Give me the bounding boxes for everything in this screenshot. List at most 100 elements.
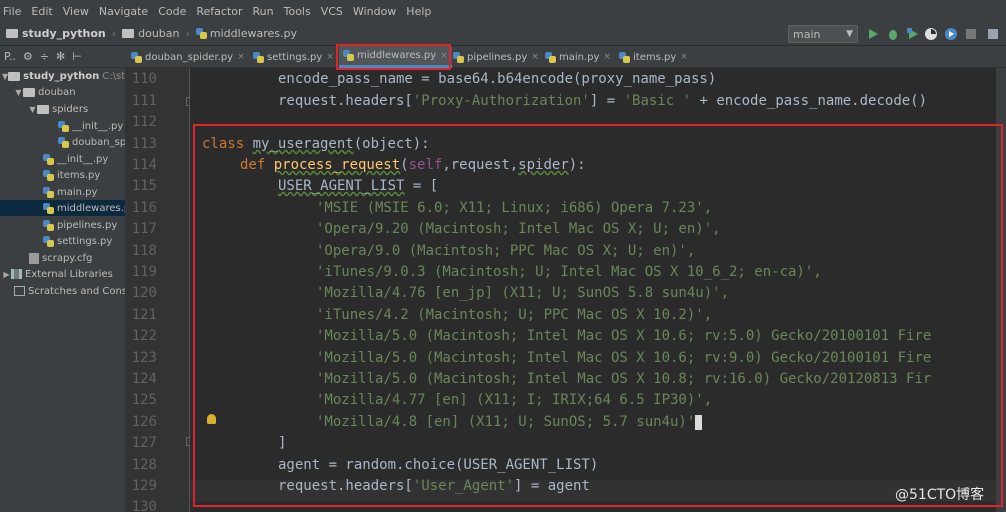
folder-icon xyxy=(37,104,49,114)
menu-window[interactable]: Window xyxy=(353,5,396,18)
line-number: 120 xyxy=(131,285,157,301)
tree-item-spiders-init[interactable]: __init__.py xyxy=(0,118,125,134)
line-number: 114 xyxy=(131,157,157,173)
folder-icon xyxy=(122,29,135,38)
tree-item-scratches[interactable]: Scratches and Consc xyxy=(0,283,125,299)
close-icon[interactable]: × xyxy=(680,52,688,62)
menu-edit[interactable]: Edit xyxy=(31,5,52,18)
breadcrumb-separator: › xyxy=(185,27,190,40)
python-file-icon xyxy=(619,51,630,63)
line-number: 119 xyxy=(131,264,157,280)
stop-icon[interactable] xyxy=(964,27,978,41)
run-configuration-select[interactable]: main ▼ xyxy=(788,25,858,43)
python-file-icon xyxy=(43,235,54,247)
python-file-icon xyxy=(195,28,207,39)
expand-arrow-icon[interactable]: ▼ xyxy=(14,88,23,97)
python-file-icon xyxy=(43,202,54,214)
tree-item-scrapy-cfg[interactable]: scrapy.cfg xyxy=(0,250,125,266)
line-number-gutter: 110 111 112 113 114 115 116 117 118 119 … xyxy=(125,68,190,512)
menu-navigate[interactable]: Navigate xyxy=(99,5,148,18)
breadcrumb-file[interactable]: middlewares.py xyxy=(195,27,297,40)
line-number: 124 xyxy=(131,371,157,387)
tab-items[interactable]: items.py × xyxy=(619,46,688,68)
settings-icon[interactable] xyxy=(986,27,1000,41)
chevron-down-icon: ▼ xyxy=(846,29,853,39)
coverage-icon[interactable] xyxy=(906,27,920,41)
hide-panel-icon[interactable]: ⊢ xyxy=(72,50,82,63)
python-file-icon xyxy=(43,153,54,165)
python-file-icon xyxy=(43,169,54,181)
line-number: 116 xyxy=(131,200,157,216)
breadcrumb-separator: › xyxy=(111,27,117,40)
tree-item-douban[interactable]: ▼ douban xyxy=(0,84,125,100)
line-number: 118 xyxy=(131,243,157,259)
python-file-icon xyxy=(453,51,464,63)
project-toolbar: P.. ⚙ ÷ ✻ ⊢ xyxy=(0,46,125,68)
tree-item-pipelines[interactable]: pipelines.py xyxy=(0,217,125,233)
line-number: 112 xyxy=(131,114,157,130)
concurrency-icon[interactable] xyxy=(944,27,958,41)
tab-main[interactable]: main.py × xyxy=(545,46,611,68)
menu-bar: File Edit View Navigate Code Refactor Ru… xyxy=(0,0,1006,22)
profile-icon[interactable] xyxy=(924,27,938,41)
gear-icon[interactable]: ✻ xyxy=(56,50,65,63)
breadcrumb-project[interactable]: study_python › xyxy=(6,27,116,40)
line-number: 121 xyxy=(131,307,157,323)
menu-refactor[interactable]: Refactor xyxy=(196,5,242,18)
line-number: 130 xyxy=(131,499,157,512)
menu-tools[interactable]: Tools xyxy=(284,5,311,18)
tree-item-main[interactable]: main.py xyxy=(0,184,125,200)
python-file-icon xyxy=(58,136,69,148)
navigation-bar: study_python › douban › middlewares.py m… xyxy=(0,22,1006,46)
python-file-icon xyxy=(545,51,556,63)
line-number: 111 xyxy=(131,93,157,109)
python-file-icon xyxy=(43,219,54,231)
close-icon[interactable]: × xyxy=(531,52,539,62)
editor-tabs: douban_spider.py × settings.py × middlew… xyxy=(125,46,1006,68)
line-number: 113 xyxy=(131,136,157,152)
python-file-icon xyxy=(253,51,264,63)
settings-icon[interactable]: ⚙ xyxy=(23,50,33,63)
expand-arrow-icon[interactable]: ▶ xyxy=(2,270,11,279)
library-icon xyxy=(11,269,22,279)
project-view-selector[interactable]: P.. xyxy=(4,50,16,63)
tree-item-middlewares[interactable]: middlewares.p xyxy=(0,200,125,216)
menu-vcs[interactable]: VCS xyxy=(321,5,343,18)
tab-settings[interactable]: settings.py × xyxy=(253,46,334,68)
tab-highlight-box xyxy=(336,44,451,70)
tab-pipelines[interactable]: pipelines.py × xyxy=(453,46,539,68)
scratches-icon xyxy=(14,286,25,296)
close-icon[interactable]: × xyxy=(326,52,334,62)
menu-file[interactable]: File xyxy=(3,5,21,18)
menu-run[interactable]: Run xyxy=(253,5,274,18)
tree-item-external-libraries[interactable]: ▶ External Libraries xyxy=(0,266,125,282)
tree-item-init[interactable]: __init__.py xyxy=(0,151,125,167)
tree-item-settings[interactable]: settings.py xyxy=(0,233,125,249)
code-line: request.headers['Proxy-Authorization'] =… xyxy=(278,93,928,109)
close-icon[interactable]: × xyxy=(237,52,245,62)
expand-arrow-icon[interactable]: ▼ xyxy=(28,105,37,114)
code-highlight-box xyxy=(193,124,1003,507)
line-number: 129 xyxy=(131,478,157,494)
tree-item-study-python[interactable]: ▼ study_python C:\stu xyxy=(0,68,125,84)
folder-icon xyxy=(23,87,35,97)
folder-icon xyxy=(6,29,18,38)
project-tree: ▼ study_python C:\stu ▼ douban ▼ spiders… xyxy=(0,68,125,512)
python-file-icon xyxy=(43,186,54,198)
menu-view[interactable]: View xyxy=(63,5,89,18)
tab-douban-spider[interactable]: douban_spider.py × xyxy=(131,46,245,68)
collapse-icon[interactable]: ÷ xyxy=(40,50,49,63)
tree-item-items[interactable]: items.py xyxy=(0,167,125,183)
folder-icon xyxy=(8,71,21,81)
line-number: 128 xyxy=(131,457,157,473)
tree-item-spiders[interactable]: ▼ spiders xyxy=(0,101,125,117)
breadcrumb-folder[interactable]: douban › xyxy=(122,27,190,40)
run-icon[interactable] xyxy=(866,27,880,41)
close-icon[interactable]: × xyxy=(603,52,611,62)
tree-item-douban-spider[interactable]: douban_spi xyxy=(0,134,125,150)
menu-help[interactable]: Help xyxy=(406,5,431,18)
menu-code[interactable]: Code xyxy=(158,5,186,18)
code-line: encode_pass_name = base64.b64encode(prox… xyxy=(278,71,717,87)
debug-icon[interactable] xyxy=(886,27,900,41)
line-number: 126 xyxy=(131,414,157,430)
